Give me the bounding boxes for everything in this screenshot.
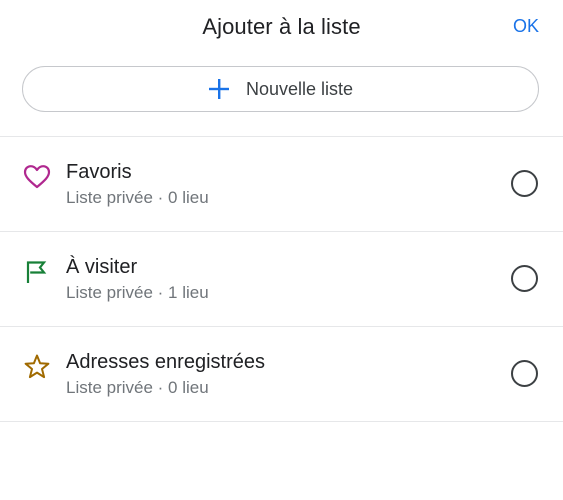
saved-lists: Favoris Liste privée · 0 lieu À visiter … [0, 137, 563, 422]
dialog-title: Ajouter à la liste [202, 14, 361, 39]
plus-icon [208, 78, 230, 100]
select-radio[interactable] [511, 360, 538, 387]
heart-icon [23, 163, 51, 191]
list-item-subtitle: Liste privée · 1 lieu [66, 283, 209, 302]
list-item-subtitle: Liste privée · 0 lieu [66, 378, 209, 397]
list-item-a-visiter[interactable]: À visiter Liste privée · 1 lieu [0, 232, 563, 327]
list-item-subtitle: Liste privée · 0 lieu [66, 188, 209, 207]
new-list-label: Nouvelle liste [245, 78, 354, 99]
list-item-name: Favoris [66, 161, 132, 183]
select-radio[interactable] [511, 265, 538, 292]
dialog-header: Ajouter à la liste OK [0, 0, 563, 56]
list-item-name: Adresses enregistrées [66, 351, 265, 373]
list-item-name: À visiter [66, 256, 138, 278]
list-item-favoris[interactable]: Favoris Liste privée · 0 lieu [0, 137, 563, 232]
new-list-button[interactable]: Nouvelle liste [22, 66, 539, 112]
list-item-adresses-enregistrees[interactable]: Adresses enregistrées Liste privée · 0 l… [0, 327, 563, 422]
star-icon [23, 353, 51, 381]
select-radio[interactable] [511, 170, 538, 197]
ok-button[interactable]: OK [513, 16, 539, 37]
flag-icon [23, 258, 51, 286]
